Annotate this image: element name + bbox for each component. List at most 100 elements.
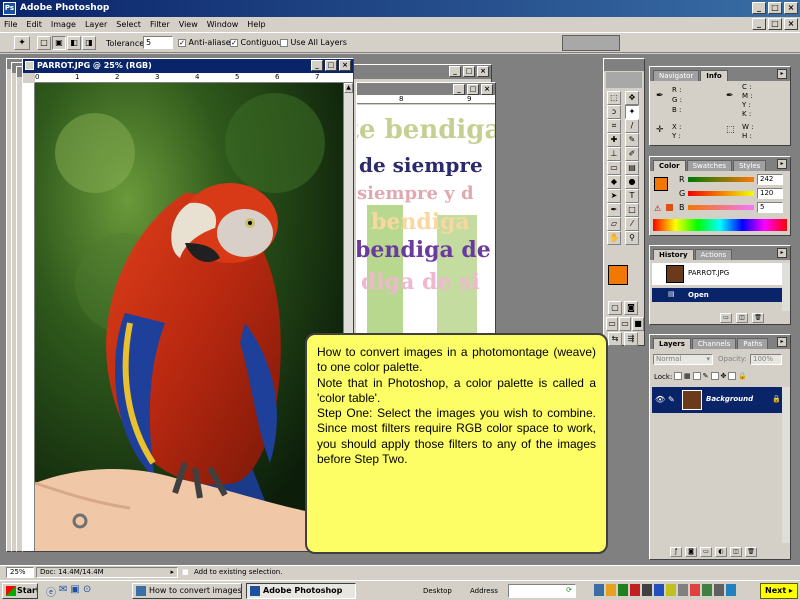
slice-tool-icon[interactable]: / [625,119,639,133]
lock-image-checkbox[interactable] [692,372,701,380]
zoom-tool-icon[interactable]: ⚲ [625,231,639,245]
tray-app-icon[interactable] [642,584,652,596]
task-browser-button[interactable]: How to convert images i... [132,583,242,599]
close-button[interactable]: × [784,2,798,14]
parrot-photo-canvas[interactable] [35,83,343,551]
doc-close-button[interactable]: × [784,18,798,30]
tray-app-icon[interactable] [618,584,628,596]
opacity-input[interactable]: 100% [750,354,782,365]
pen-tool-icon[interactable]: ✒ [607,203,621,217]
jump-to-imageready-icon[interactable]: ⇆ [608,332,622,346]
contiguous-checkbox[interactable]: ✓ Contiguous [230,38,286,47]
menu-filter[interactable]: Filter [150,20,170,29]
task-photoshop-button[interactable]: Adobe Photoshop [246,583,356,599]
palette-menu-icon[interactable]: ▸ [777,159,787,169]
adjustment-layer-icon[interactable]: ◐ [715,547,727,557]
tray-app-icon[interactable] [666,584,676,596]
menu-select[interactable]: Select [116,20,141,29]
doc-minimize-button[interactable]: _ [752,18,766,30]
text-doc-close[interactable]: × [477,66,489,77]
visibility-eye-icon[interactable]: 👁 [655,395,665,404]
text-document-window-front[interactable]: _□× 8 9 te bendiga de siempre siempre y … [356,82,496,344]
lock-all-checkbox[interactable] [728,372,737,380]
clone-stamp-icon[interactable]: ⊥ [607,147,621,161]
lock-position-checkbox[interactable] [710,372,719,380]
add-selection-icon[interactable]: ▣ [52,36,66,50]
parrot-doc-maximize[interactable]: □ [325,60,337,71]
history-scrollbar[interactable] [782,263,790,311]
text-doc-minimize[interactable]: _ [449,66,461,77]
layer-row-background[interactable]: 👁 ✎ Background 🔒 [652,387,782,413]
address-input[interactable]: ⟳ [508,584,576,598]
menu-image[interactable]: Image [51,20,76,29]
crop-tool-icon[interactable]: ⌗ [607,119,621,133]
lock-transparency-checkbox[interactable] [674,372,682,380]
layer-mask-icon[interactable]: ◙ [685,547,697,557]
gradient-tool-icon[interactable]: ▤ [625,161,639,175]
eraser-tool-icon[interactable]: ▭ [607,161,621,175]
menu-view[interactable]: View [179,20,198,29]
color-ramp[interactable] [653,219,787,231]
text-doc-front-minimize[interactable]: _ [453,84,465,95]
tray-network-icon[interactable] [594,584,604,596]
palette-well[interactable] [562,35,620,51]
tray-app-icon[interactable] [654,584,664,596]
text-doc-canvas[interactable]: te bendiga de siempre siempre y d bendig… [357,105,495,341]
tab-paths[interactable]: Paths [737,338,769,349]
new-document-icon[interactable]: ▭ [720,313,732,323]
layer-style-icon[interactable]: ƒ [670,547,682,557]
anti-aliased-checkbox[interactable]: ✓ Anti-aliased [178,38,236,47]
tray-app-icon[interactable] [606,584,616,596]
go-icon[interactable]: ⟳ [566,586,572,594]
media-icon[interactable]: ⊙ [83,584,91,599]
tray-app-icon[interactable] [714,584,724,596]
tolerance-input[interactable]: 5 [143,36,173,49]
color-r-input[interactable]: 242 [757,174,783,185]
layer-set-icon[interactable]: ▭ [700,547,712,557]
history-snapshot-row[interactable]: PARROT.JPG [652,263,782,285]
tab-layers[interactable]: Layers [653,338,691,349]
imageready-icon[interactable]: ⇶ [624,332,638,346]
color-g-input[interactable]: 120 [757,188,783,199]
brush-tool-icon[interactable]: ✎ [625,133,639,147]
scroll-up-arrow-icon[interactable]: ▲ [344,83,353,93]
history-brush-icon[interactable]: ✐ [625,147,639,161]
tab-actions[interactable]: Actions [694,249,733,260]
palette-menu-icon[interactable]: ▸ [777,248,787,258]
tray-app-icon[interactable] [690,584,700,596]
subtract-selection-icon[interactable]: ◧ [67,36,81,50]
text-doc-maximize[interactable]: □ [463,66,475,77]
tab-color[interactable]: Color [653,160,686,171]
magic-wand-tool-icon[interactable]: ✦ [625,105,639,119]
foreground-color-swatch[interactable] [608,265,628,285]
menu-edit[interactable]: Edit [26,20,42,29]
menu-window[interactable]: Window [207,20,239,29]
email-icon[interactable]: ✉ [59,584,67,599]
screen-mode-menu-icon[interactable]: ▭ [619,317,631,331]
blend-mode-select[interactable]: Normal ▾ [653,354,713,365]
type-tool-icon[interactable]: T [625,189,639,203]
palette-menu-icon[interactable]: ▸ [777,69,787,79]
palette-menu-icon[interactable]: ▸ [777,337,787,347]
notes-tool-icon[interactable]: ▱ [607,217,621,231]
gamut-color-swatch[interactable] [666,204,673,211]
minimize-button[interactable]: _ [752,2,766,14]
parrot-doc-close[interactable]: × [339,60,351,71]
text-doc-front-maximize[interactable]: □ [467,84,479,95]
layers-scrollbar[interactable] [782,387,790,543]
magic-wand-icon[interactable]: ✦ [14,36,30,50]
tray-app-icon[interactable] [630,584,640,596]
menu-layer[interactable]: Layer [85,20,107,29]
color-fg-swatch[interactable] [654,177,668,191]
next-button[interactable]: Next ▸ [760,583,798,599]
tab-info[interactable]: Info [700,70,728,81]
menu-file[interactable]: File [4,20,17,29]
tab-swatches[interactable]: Swatches [686,160,733,171]
start-button[interactable]: Start [2,583,38,599]
tray-app-icon[interactable] [726,584,736,596]
history-step-row[interactable]: ▤ Open [652,288,782,302]
doc-size-info[interactable]: Doc: 14.4M/14.4M ▸ [36,567,178,578]
ie-icon[interactable]: ⓔ [46,584,56,599]
blur-tool-icon[interactable]: ◆ [607,175,621,189]
tab-styles[interactable]: Styles [733,160,767,171]
